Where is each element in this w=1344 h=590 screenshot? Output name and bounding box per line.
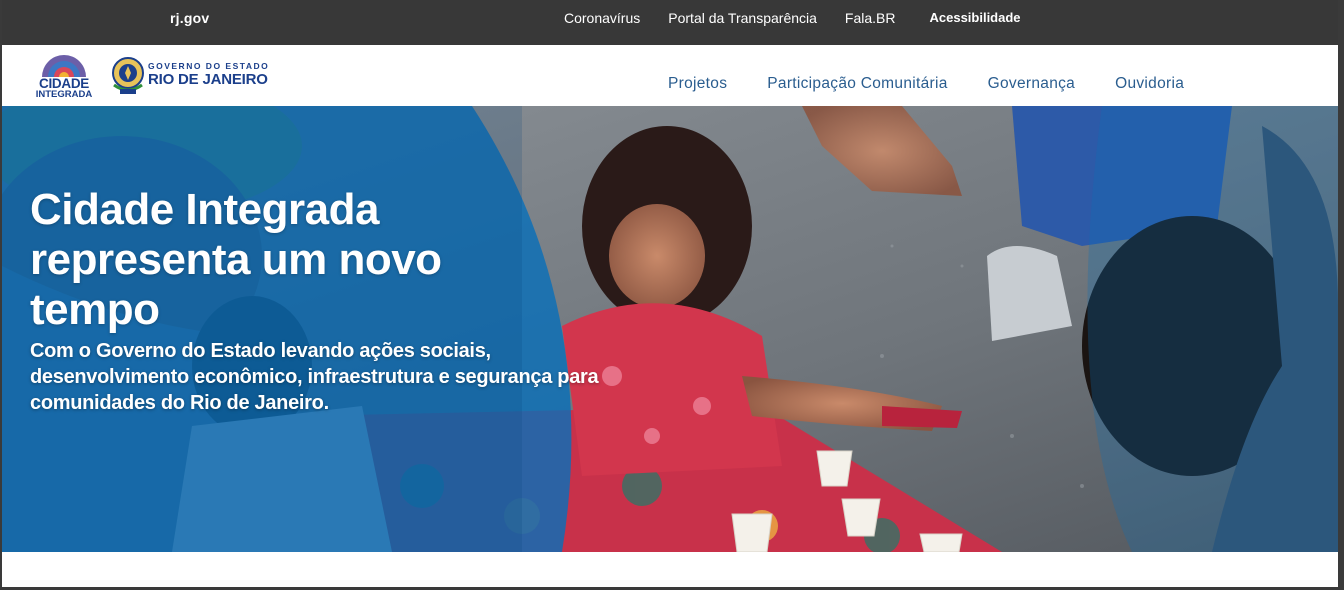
content-area	[2, 552, 1338, 587]
site-header: CIDADE INTEGRADA GOVERNO DO ESTADO RIO D…	[2, 45, 1338, 106]
logo-rj-line1: GOVERNO DO ESTADO	[148, 61, 270, 71]
transparency-portal-link[interactable]: Portal da Transparência	[668, 10, 817, 26]
browser-viewport: rj.gov Coronavírus Portal da Transparênc…	[2, 0, 1338, 587]
nav-projetos[interactable]: Projetos	[668, 75, 727, 93]
state-seal-icon	[112, 57, 144, 94]
hero-subtitle: Com o Governo do Estado levando ações so…	[30, 340, 599, 414]
gov-top-bar: rj.gov Coronavírus Portal da Transparênc…	[2, 0, 1338, 45]
fala-br-link[interactable]: Fala.BR	[845, 10, 896, 26]
cidade-integrada-logo[interactable]: CIDADE INTEGRADA	[34, 53, 94, 101]
main-nav: Projetos Participação Comunitária Govern…	[668, 75, 1184, 93]
accessibility-link[interactable]: Acessibilidade	[929, 10, 1020, 26]
window-edge	[1338, 45, 1344, 590]
rj-gov-link[interactable]: rj.gov	[170, 10, 209, 26]
governo-rio-logo[interactable]: GOVERNO DO ESTADO RIO DE JANEIRO	[108, 55, 278, 99]
logo-ci-line2: INTEGRADA	[35, 89, 93, 100]
coronavirus-link[interactable]: Coronavírus	[564, 10, 640, 26]
hero-banner: Cidade Integrada representa um novo temp…	[2, 106, 1338, 552]
nav-participacao-comunitaria[interactable]: Participação Comunitária	[767, 75, 947, 93]
nav-governanca[interactable]: Governança	[988, 75, 1075, 93]
nav-ouvidoria[interactable]: Ouvidoria	[1115, 75, 1184, 93]
hero-title: Cidade Integrada representa um novo temp…	[30, 185, 442, 335]
gov-links: Coronavírus Portal da Transparência Fala…	[564, 10, 1021, 26]
logo-rj-line2: RIO DE JANEIRO	[148, 71, 268, 88]
cidade-integrada-arcs-icon	[42, 55, 86, 77]
